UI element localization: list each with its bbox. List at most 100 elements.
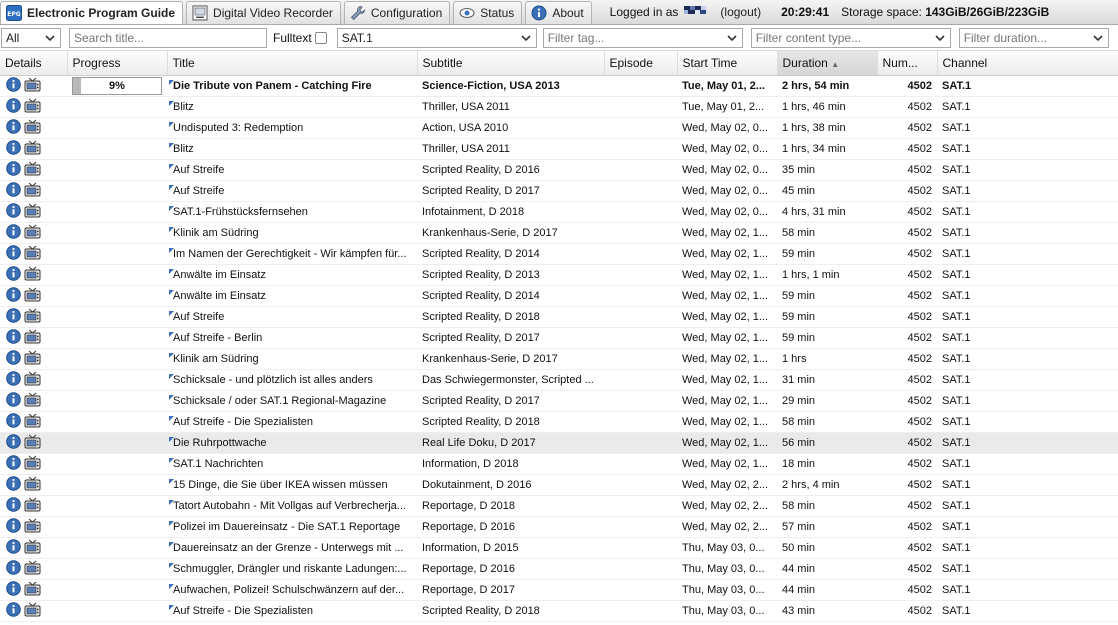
info-icon[interactable] <box>6 202 21 221</box>
tab-electronic-program-guide[interactable]: EPG Electronic Program Guide <box>0 1 184 24</box>
title-cell[interactable]: Anwälte im Einsatz <box>167 285 417 307</box>
info-icon[interactable] <box>6 370 21 389</box>
table-row[interactable]: Klinik am Südring Krankenhaus-Serie, D 20… <box>0 222 1118 244</box>
title-cell[interactable]: Klinik am Südring <box>167 222 417 244</box>
title-cell[interactable]: Auf Streife - Die Spezialisten <box>167 411 417 433</box>
column-header-title[interactable]: Title <box>167 51 418 76</box>
table-row[interactable]: Undisputed 3: Redemption Action, USA 2010… <box>0 117 1118 139</box>
title-cell[interactable]: Schicksale / oder SAT.1 Regional-Magazin… <box>167 390 417 412</box>
fulltext-toggle[interactable]: Fulltext <box>273 31 327 45</box>
info-icon[interactable] <box>6 496 21 515</box>
title-cell[interactable]: SAT.1-Frühstücksfernsehen <box>167 201 417 223</box>
record-tv-icon[interactable] <box>24 518 41 536</box>
column-header-duration[interactable]: Duration ▲ <box>777 51 878 76</box>
title-cell[interactable]: Die Tribute von Panem - Catching Fire <box>167 75 417 97</box>
column-header-subtitle[interactable]: Subtitle <box>417 51 605 76</box>
title-cell[interactable]: Schicksale - und plötzlich ist alles and… <box>167 369 417 391</box>
record-tv-icon[interactable] <box>24 392 41 410</box>
info-icon[interactable] <box>6 181 21 200</box>
title-cell[interactable]: 15 Dinge, die Sie über IKEA wissen müsse… <box>167 474 417 496</box>
logout-link[interactable]: (logout) <box>720 5 761 19</box>
table-row[interactable]: Dauereinsatz an der Grenze - Unterwegs m… <box>0 537 1118 559</box>
record-tv-icon[interactable] <box>24 476 41 494</box>
info-icon[interactable] <box>6 433 21 452</box>
record-tv-icon[interactable] <box>24 581 41 599</box>
content-type-filter-select[interactable]: Filter content type... <box>750 28 951 48</box>
record-tv-icon[interactable] <box>24 77 41 95</box>
info-icon[interactable] <box>6 328 21 347</box>
column-header-number[interactable]: Num... <box>877 51 938 76</box>
info-icon[interactable] <box>6 391 21 410</box>
table-row[interactable]: Klinik am Südring Krankenhaus-Serie, D 20… <box>0 348 1118 370</box>
column-header-progress[interactable]: Progress <box>67 51 168 76</box>
title-cell[interactable]: Undisputed 3: Redemption <box>167 117 417 139</box>
column-header-details[interactable]: Details <box>0 51 68 76</box>
title-cell[interactable]: Auf Streife - Berlin <box>167 327 417 349</box>
table-row[interactable]: Anwälte im Einsatz Scripted Reality, D 20… <box>0 285 1118 307</box>
table-row[interactable]: SAT.1-Frühstücksfernsehen Infotainment, D… <box>0 201 1118 223</box>
record-tv-icon[interactable] <box>24 161 41 179</box>
duration-filter-select[interactable]: Filter duration... <box>958 28 1109 48</box>
info-icon[interactable] <box>6 454 21 473</box>
title-cell[interactable]: Blitz <box>167 138 417 160</box>
tab-status[interactable]: Status <box>453 1 523 24</box>
info-icon[interactable] <box>6 223 21 242</box>
title-cell[interactable]: Dauereinsatz an der Grenze - Unterwegs m… <box>167 537 417 559</box>
table-row[interactable]: Schmuggler, Drängler und riskante Ladung… <box>0 558 1118 580</box>
title-cell[interactable]: Auf Streife <box>167 306 417 328</box>
channel-select[interactable]: SAT.1 <box>336 28 537 48</box>
info-icon[interactable] <box>6 160 21 179</box>
table-row[interactable]: Auf Streife - Berlin Scripted Reality, D … <box>0 327 1118 349</box>
table-row[interactable]: Tatort Autobahn - Mit Vollgas auf Verbre… <box>0 495 1118 517</box>
info-icon[interactable] <box>6 601 21 620</box>
record-tv-icon[interactable] <box>24 287 41 305</box>
record-tv-icon[interactable] <box>24 602 41 620</box>
record-tv-icon[interactable] <box>24 98 41 116</box>
table-row[interactable]: Schicksale / oder SAT.1 Regional-Magazin… <box>0 390 1118 412</box>
title-cell[interactable]: Auf Streife - Die Spezialisten <box>167 600 417 622</box>
info-icon[interactable] <box>6 349 21 368</box>
tab-about[interactable]: About <box>525 1 592 24</box>
record-tv-icon[interactable] <box>24 266 41 284</box>
title-cell[interactable]: Auf Streife <box>167 159 417 181</box>
record-tv-icon[interactable] <box>24 308 41 326</box>
info-icon[interactable] <box>6 286 21 305</box>
info-icon[interactable] <box>6 244 21 263</box>
record-tv-icon[interactable] <box>24 203 41 221</box>
record-tv-icon[interactable] <box>24 455 41 473</box>
table-row[interactable]: Blitz Thriller, USA 2011 Tue, May 01, 2...… <box>0 96 1118 118</box>
record-tv-icon[interactable] <box>24 434 41 452</box>
record-tv-icon[interactable] <box>24 140 41 158</box>
table-row[interactable]: Auf Streife Scripted Reality, D 2017 Wed, … <box>0 180 1118 202</box>
record-tv-icon[interactable] <box>24 371 41 389</box>
record-tv-icon[interactable] <box>24 497 41 515</box>
title-cell[interactable]: Schmuggler, Drängler und riskante Ladung… <box>167 558 417 580</box>
info-icon[interactable] <box>6 307 21 326</box>
table-row[interactable]: Polizei im Dauereinsatz - Die SAT.1 Repo… <box>0 516 1118 538</box>
search-input[interactable]: Search title... <box>69 28 267 48</box>
table-row[interactable]: Blitz Thriller, USA 2011 Wed, May 02, 0...… <box>0 138 1118 160</box>
table-row[interactable]: Auf Streife - Die Spezialisten Scripted R… <box>0 411 1118 433</box>
record-tv-icon[interactable] <box>24 224 41 242</box>
table-row[interactable]: Im Namen der Gerechtigkeit - Wir kämpfen… <box>0 243 1118 265</box>
record-tv-icon[interactable] <box>24 413 41 431</box>
title-cell[interactable]: Klinik am Südring <box>167 348 417 370</box>
info-icon[interactable] <box>6 139 21 158</box>
table-row[interactable]: Auf Streife Scripted Reality, D 2018 Wed, … <box>0 306 1118 328</box>
info-icon[interactable] <box>6 475 21 494</box>
column-header-start-time[interactable]: Start Time <box>677 51 778 76</box>
info-icon[interactable] <box>6 580 21 599</box>
tag-filter-select[interactable]: Filter tag... <box>542 28 743 48</box>
table-row[interactable]: Die Ruhrpottwache Real Life Doku, D 2017 W… <box>0 432 1118 454</box>
info-icon[interactable] <box>6 76 21 95</box>
record-tv-icon[interactable] <box>24 560 41 578</box>
fulltext-checkbox[interactable] <box>314 32 327 44</box>
tab-configuration[interactable]: Configuration <box>343 1 451 24</box>
info-icon[interactable] <box>6 97 21 116</box>
record-tv-icon[interactable] <box>24 245 41 263</box>
title-cell[interactable]: Im Namen der Gerechtigkeit - Wir kämpfen… <box>167 243 417 265</box>
info-icon[interactable] <box>6 265 21 284</box>
title-cell[interactable]: Auf Streife <box>167 180 417 202</box>
info-icon[interactable] <box>6 118 21 137</box>
title-cell[interactable]: Blitz <box>167 96 417 118</box>
